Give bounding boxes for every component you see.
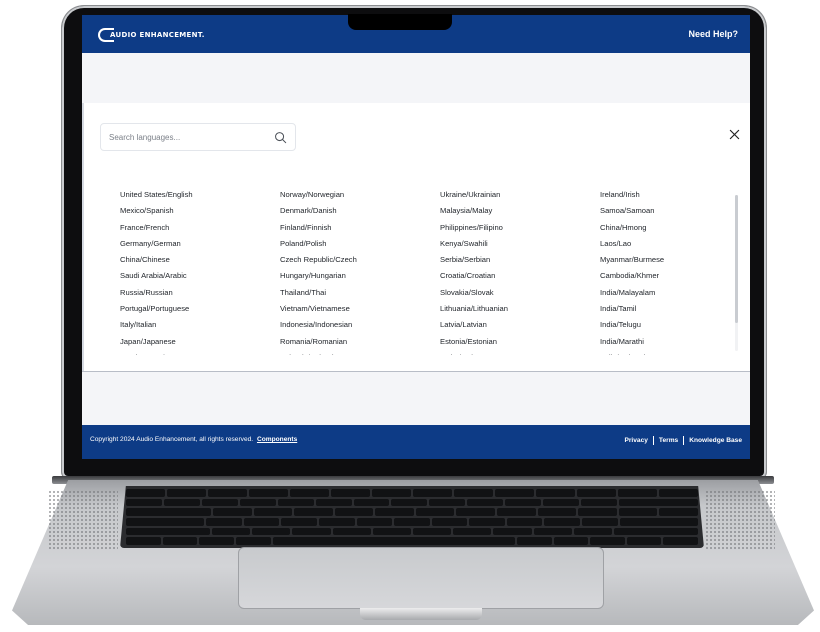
language-option[interactable]: Thailand/Thai <box>280 285 357 301</box>
language-option[interactable]: India/Malayalam <box>600 285 664 301</box>
panel-divider <box>82 371 750 372</box>
footer-links: Privacy Terms Knowledge Base <box>624 436 742 445</box>
language-option[interactable]: Vietnam/Vietnamese <box>280 301 357 317</box>
search-input[interactable] <box>109 130 269 144</box>
language-option[interactable]: Estonia/Estonian <box>440 334 508 350</box>
search-icon[interactable] <box>274 131 287 144</box>
brand-logo[interactable]: AUDIO ENHANCEMENT. <box>98 28 205 42</box>
language-option[interactable]: Cambodia/Khmer <box>600 268 664 284</box>
language-option[interactable]: Denmark/Danish <box>280 203 357 219</box>
language-option[interactable]: Malaysia/Malay <box>440 203 508 219</box>
laptop-base-notch <box>360 608 482 620</box>
components-link[interactable]: Components <box>257 436 297 443</box>
language-option[interactable]: Latvia/Latvian <box>440 317 508 333</box>
language-column: Ukraine/Ukrainian Malaysia/Malay Philippin… <box>440 187 508 355</box>
language-option[interactable]: Philippines/Filipino <box>440 220 508 236</box>
language-option[interactable]: Norway/Norwegian <box>280 187 357 203</box>
close-icon[interactable] <box>729 129 740 140</box>
copyright-label: Copyright 2024 Audio Enhancement, all ri… <box>90 436 254 443</box>
language-option[interactable]: Romania/Romanian <box>280 334 357 350</box>
speaker-grille-right <box>705 490 775 550</box>
language-option[interactable]: Japan/Japanese <box>120 334 193 350</box>
language-option[interactable]: India/Telugu <box>600 317 664 333</box>
copyright-text: Copyright 2024 Audio Enhancement, all ri… <box>90 436 297 443</box>
language-picker-panel: United States/EnglishMexico/SpanishFranc… <box>82 103 750 371</box>
language-option[interactable]: Hungary/Hungarian <box>280 268 357 284</box>
language-option[interactable]: Myanmar/Burmese <box>600 252 664 268</box>
language-option[interactable]: India/Marathi <box>600 334 664 350</box>
language-option[interactable]: Slovakia/Slovak <box>440 285 508 301</box>
brand-name: AUDIO ENHANCEMENT. <box>110 31 205 39</box>
search-box[interactable] <box>100 123 296 151</box>
language-option[interactable]: Ireland/Irish <box>600 187 664 203</box>
language-list: United States/English Mexico/Spanish Franc… <box>120 187 720 355</box>
laptop-trackpad <box>238 547 604 609</box>
language-option[interactable]: United States/English <box>120 187 193 203</box>
language-column: United States/English Mexico/Spanish Franc… <box>120 187 193 355</box>
language-option[interactable]: Poland/Polish <box>280 236 357 252</box>
language-option[interactable]: Finland/Finnish <box>280 220 357 236</box>
language-option[interactable]: Portugal/Portuguese <box>120 301 193 317</box>
language-option[interactable]: Lithuania/Lithuanian <box>440 301 508 317</box>
language-option[interactable]: China/Hmong <box>600 220 664 236</box>
language-option[interactable]: Kenya/Swahili <box>440 236 508 252</box>
language-option[interactable]: China/Chinese <box>120 252 193 268</box>
language-option[interactable]: France/French <box>120 220 193 236</box>
language-option[interactable]: Italy/Italian <box>120 317 193 333</box>
language-list-scrollbar[interactable] <box>735 195 738 351</box>
speaker-grille-left <box>48 490 118 550</box>
terms-link[interactable]: Terms <box>659 437 678 444</box>
language-option[interactable]: Ukraine/Ukrainian <box>440 187 508 203</box>
language-option[interactable]: Malta/Maltese <box>440 350 508 355</box>
language-option[interactable]: Russia/Russian <box>120 285 193 301</box>
language-option[interactable]: Czech Republic/Czech <box>280 252 357 268</box>
language-option[interactable]: South Korea/Korean <box>120 350 193 355</box>
language-option[interactable]: Bulgaria/Bulgarian <box>280 350 357 355</box>
language-option[interactable]: India/Gujarati <box>600 350 664 355</box>
language-option[interactable]: Croatia/Croatian <box>440 268 508 284</box>
scrollbar-thumb[interactable] <box>735 195 738 323</box>
camera-notch <box>348 14 452 30</box>
need-help-link[interactable]: Need Help? <box>688 29 738 39</box>
language-option[interactable]: Saudi Arabia/Arabic <box>120 268 193 284</box>
language-column: Norway/Norwegian Denmark/Danish Finland/Fi… <box>280 187 357 355</box>
language-option[interactable]: Mexico/Spanish <box>120 203 193 219</box>
app-footer: Copyright 2024 Audio Enhancement, all ri… <box>82 425 750 459</box>
knowledge-base-link[interactable]: Knowledge Base <box>689 437 742 444</box>
language-option[interactable]: Indonesia/Indonesian <box>280 317 357 333</box>
footer-separator <box>652 436 654 445</box>
footer-separator <box>683 436 685 445</box>
privacy-link[interactable]: Privacy <box>624 437 647 444</box>
language-option[interactable]: India/Tamil <box>600 301 664 317</box>
language-option[interactable]: Samoa/Samoan <box>600 203 664 219</box>
language-option[interactable]: Laos/Lao <box>600 236 664 252</box>
language-option[interactable]: Germany/German <box>120 236 193 252</box>
laptop-keyboard <box>120 486 704 548</box>
laptop-screen: AUDIO ENHANCEMENT. Need Help? United Sta… <box>82 15 750 459</box>
language-column: Ireland/Irish Samoa/Samoan China/Hmong Laos… <box>600 187 664 355</box>
language-option[interactable]: Serbia/Serbian <box>440 252 508 268</box>
